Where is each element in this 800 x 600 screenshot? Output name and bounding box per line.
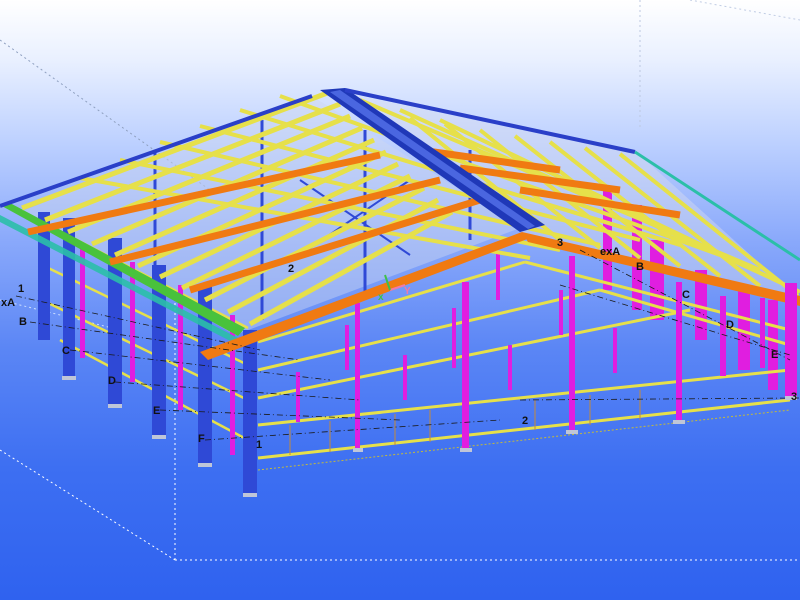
axis-y-label: Y (404, 286, 411, 297)
grid-label-left-f: F (198, 433, 205, 445)
grid-label-left-b: B (19, 316, 27, 328)
right-side-columns (720, 283, 797, 398)
grid-label-right-exa: exA (600, 246, 620, 258)
axis-x-label: x (378, 292, 384, 303)
grid-label-left-d: D (108, 375, 116, 387)
grid-label-right-d: D (726, 319, 734, 331)
grid-label-right-c: C (682, 289, 690, 301)
grid-label-left-1: 1 (18, 283, 24, 295)
grid-label-right-e: E (771, 349, 778, 361)
grid-label-left-e: E (153, 405, 160, 417)
model-viewport[interactable]: x Y 1 xA B C D E F 1 2 2 3 exA B C D E 3 (0, 0, 800, 600)
grid-label-floor-2: 2 (522, 415, 528, 427)
grid-label-left-front-1: 1 (256, 439, 262, 451)
grid-label-left-xa: xA (1, 297, 15, 309)
grid-label-right-floor-3: 3 (791, 391, 797, 403)
steel-structure-3d-model[interactable]: x Y 1 xA B C D E F 1 2 2 3 exA B C D E 3 (0, 0, 800, 600)
grid-label-left-c: C (62, 345, 70, 357)
grid-label-roof-2: 2 (288, 263, 294, 275)
grid-label-right-b: B (636, 261, 644, 273)
grid-label-right-3: 3 (557, 237, 563, 249)
